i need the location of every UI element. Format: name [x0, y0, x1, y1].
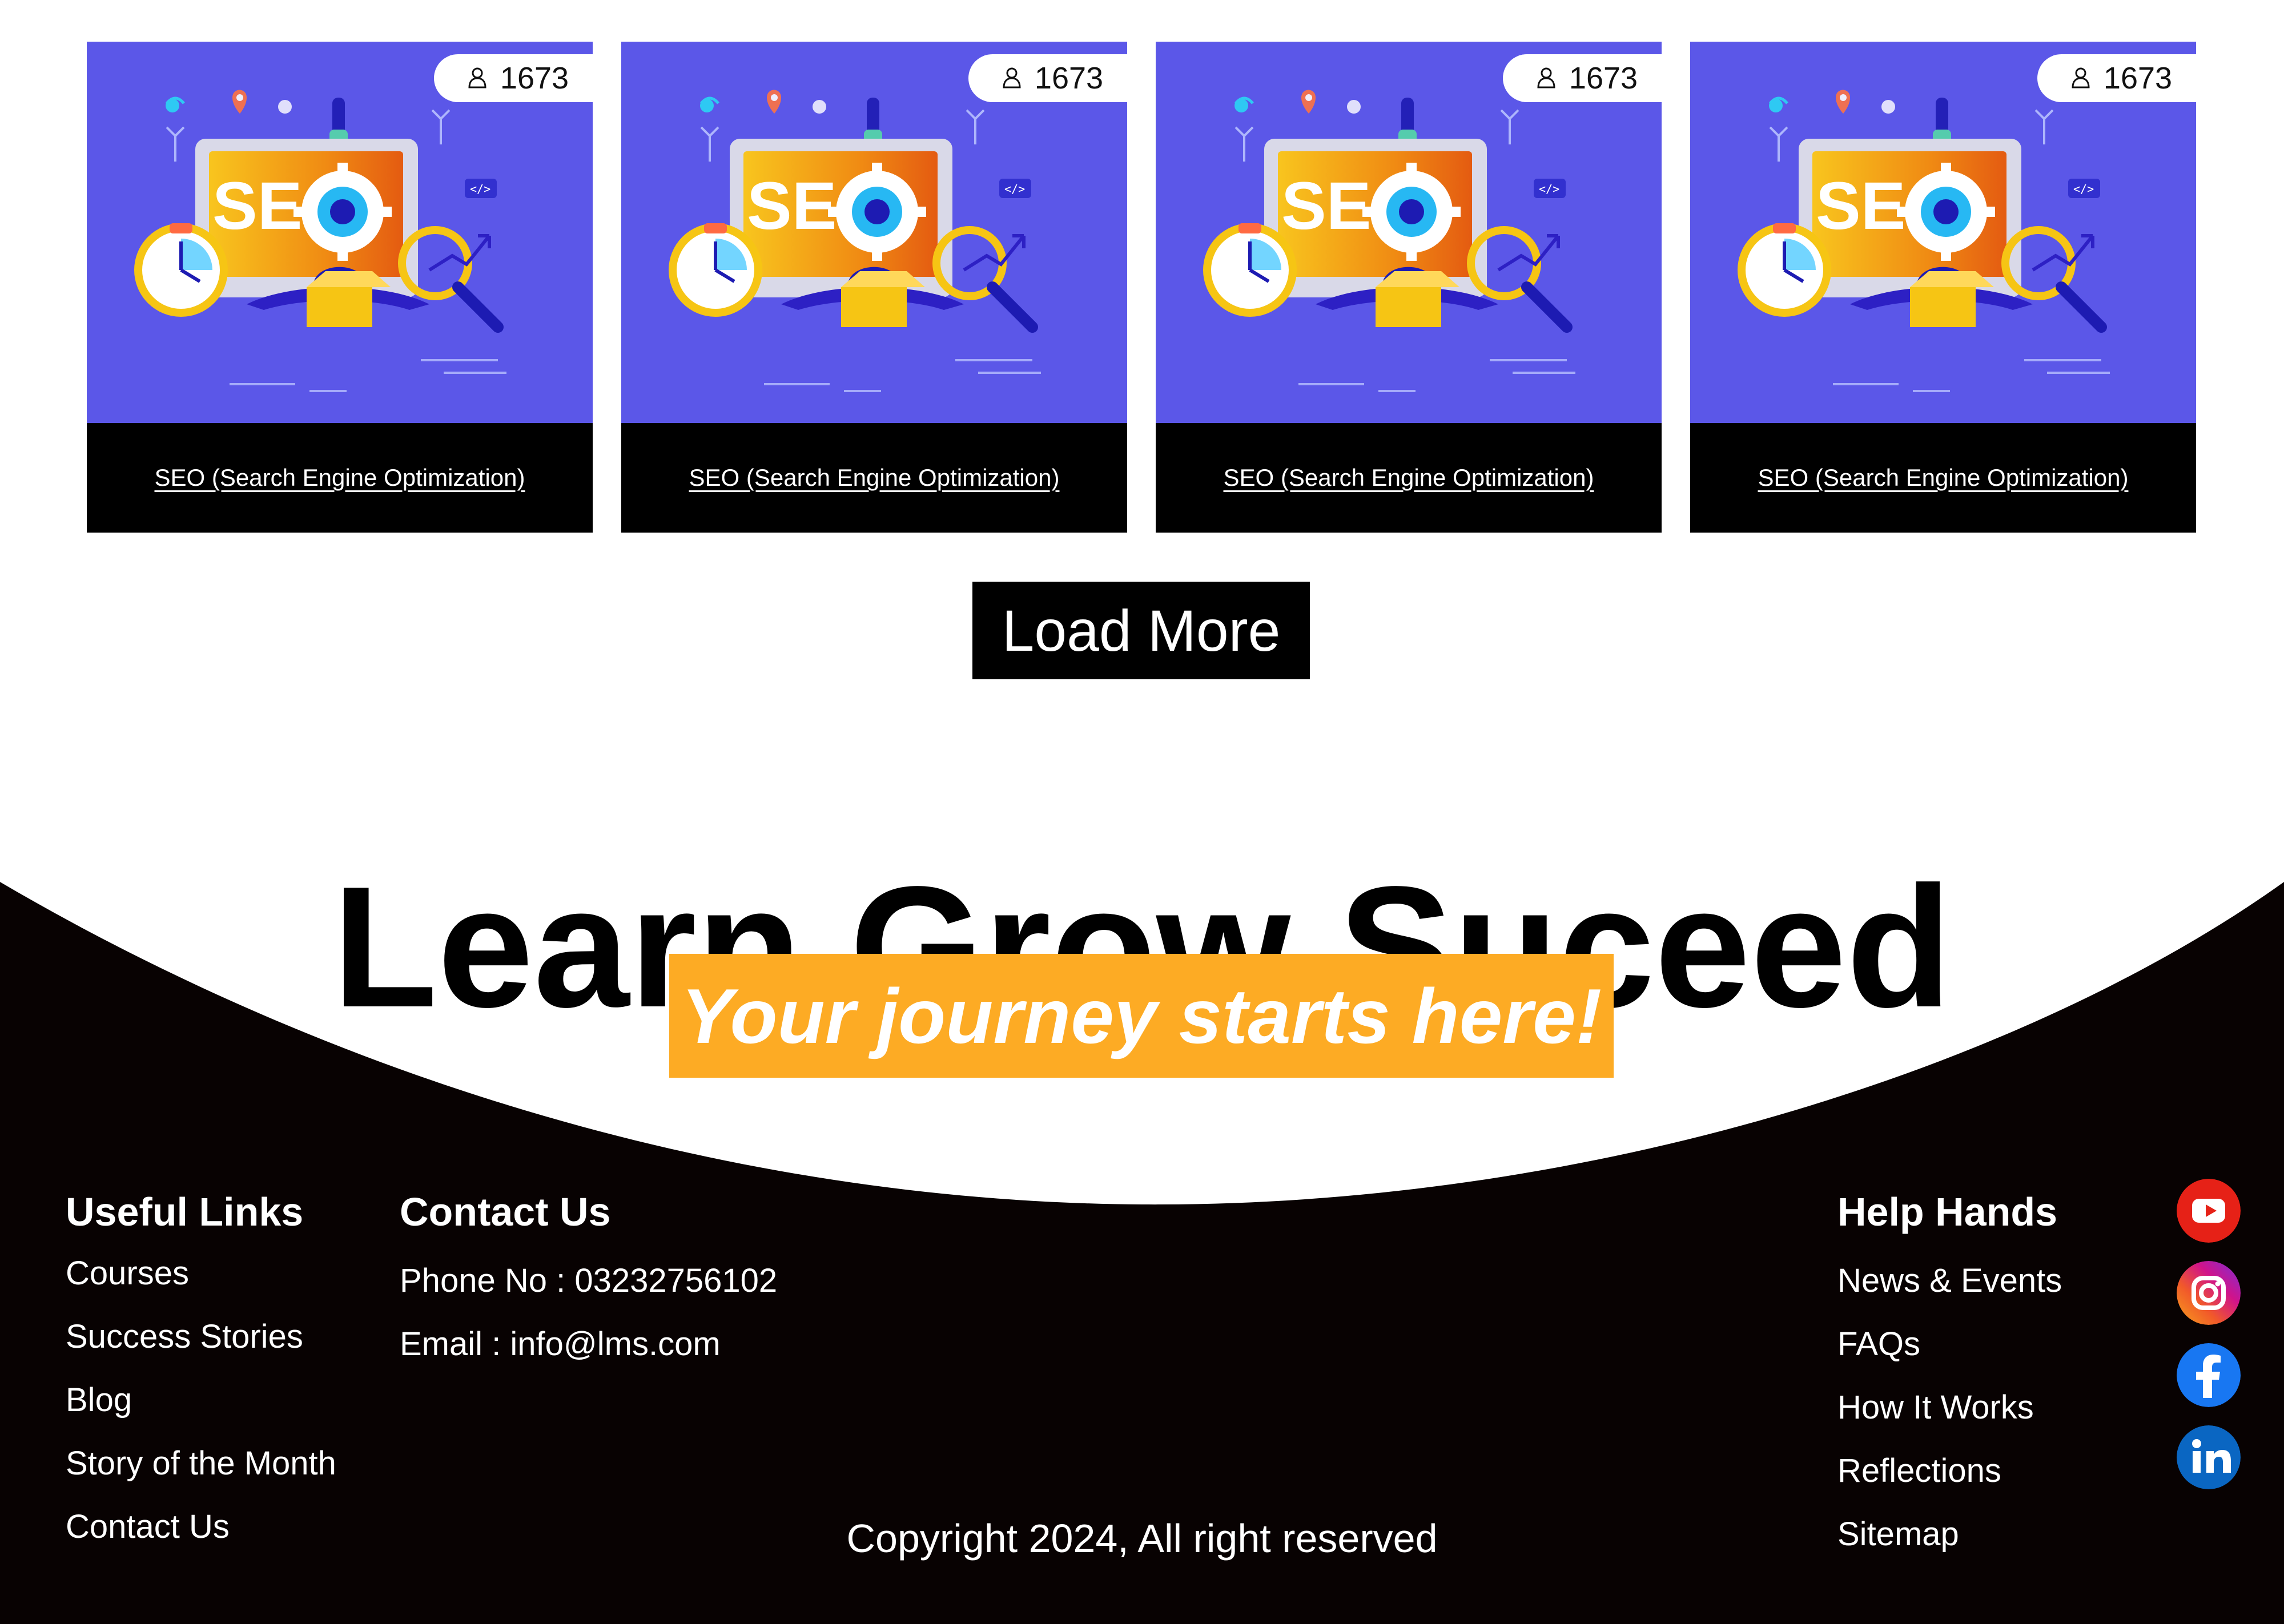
svg-text:SE: SE	[747, 168, 837, 244]
user-icon	[468, 67, 486, 88]
course-card[interactable]: SE </> 1673 SEO (Search Engine Optimizat…	[1156, 42, 1662, 533]
footer-link-news-events[interactable]: News & Events	[1837, 1264, 2062, 1297]
youtube-link[interactable]	[2177, 1179, 2241, 1243]
svg-text:</>: </>	[1539, 182, 1559, 196]
page: SE </> 1673 SEO (Search Engine Optimizat…	[0, 0, 2284, 1624]
learners-badge: 1673	[2037, 54, 2196, 102]
footer-link-how-it-works[interactable]: How It Works	[1837, 1391, 2062, 1424]
learners-badge: 1673	[1503, 54, 1662, 102]
svg-text:SE: SE	[1281, 168, 1371, 244]
svg-text:SE: SE	[212, 168, 302, 244]
footer-link-story-of-the-month[interactable]: Story of the Month	[66, 1447, 336, 1480]
course-title-link[interactable]: SEO (Search Engine Optimization)	[87, 423, 593, 533]
footer-contact-us: Contact Us Phone No : 03232756102 Email …	[400, 1192, 777, 1391]
course-image[interactable]: SE </> 1673	[1156, 42, 1662, 423]
social-links	[2177, 1179, 2241, 1489]
course-title-link[interactable]: SEO (Search Engine Optimization)	[1156, 423, 1662, 533]
footer-link-courses[interactable]: Courses	[66, 1257, 336, 1290]
instagram-link[interactable]	[2177, 1261, 2241, 1325]
learners-badge: 1673	[434, 54, 593, 102]
tagline-text: Your journey starts here!	[681, 972, 1602, 1059]
user-icon	[2072, 67, 2090, 88]
instagram-icon	[2177, 1261, 2241, 1325]
learners-count: 1673	[1569, 61, 1638, 95]
linkedin-link[interactable]	[2177, 1425, 2241, 1489]
course-image[interactable]: SE </> 1673	[621, 42, 1127, 423]
youtube-icon	[2177, 1179, 2241, 1243]
course-card[interactable]: SE </> 1673 SEO (Search Engine Optimizat…	[87, 42, 593, 533]
footer-link-sitemap[interactable]: Sitemap	[1837, 1518, 2062, 1551]
course-title-link[interactable]: SEO (Search Engine Optimization)	[1690, 423, 2196, 533]
course-title-link[interactable]: SEO (Search Engine Optimization)	[621, 423, 1127, 533]
tagline-banner: Your journey starts here!	[669, 954, 1614, 1078]
load-more-button[interactable]: Load More	[972, 582, 1310, 679]
course-card[interactable]: SE </> 1673 SEO (Search Engine Optimizat…	[1690, 42, 2196, 533]
footer-heading-help-hands: Help Hands	[1837, 1190, 2058, 1234]
footer-heading-contact-us: Contact Us	[400, 1190, 611, 1234]
footer-link-reflections[interactable]: Reflections	[1837, 1454, 2062, 1488]
footer-useful-links: Useful Links Courses Success Stories Blo…	[66, 1192, 336, 1574]
contact-email: Email : info@lms.com	[400, 1325, 721, 1363]
course-image[interactable]: SE </> 1673	[1690, 42, 2196, 423]
footer-link-faqs[interactable]: FAQs	[1837, 1328, 2062, 1361]
learners-badge: 1673	[968, 54, 1127, 102]
user-icon	[1537, 67, 1555, 88]
learners-count: 1673	[2103, 61, 2173, 95]
user-icon	[1003, 67, 1021, 88]
footer-link-success-stories[interactable]: Success Stories	[66, 1320, 336, 1353]
svg-text:</>: </>	[2073, 182, 2094, 196]
learners-count: 1673	[1034, 61, 1104, 95]
footer-heading-useful-links: Useful Links	[66, 1190, 304, 1234]
linkedin-icon	[2177, 1425, 2241, 1489]
facebook-link[interactable]	[2177, 1343, 2241, 1407]
svg-text:</>: </>	[1004, 182, 1025, 196]
footer-link-blog[interactable]: Blog	[66, 1384, 336, 1417]
svg-text:</>: </>	[470, 182, 490, 196]
course-image[interactable]: SE </> 1673	[87, 42, 593, 423]
contact-phone: Phone No : 03232756102	[400, 1262, 778, 1299]
facebook-icon	[2177, 1343, 2241, 1407]
footer-help-hands: Help Hands News & Events FAQs How It Wor…	[1837, 1192, 2062, 1581]
copyright-text: Copyright 2024, All right reserved	[846, 1516, 1438, 1561]
course-card-row: SE </> 1673 SEO (Search Engine Optimizat…	[87, 42, 2197, 533]
footer-link-contact-us[interactable]: Contact Us	[66, 1510, 336, 1544]
svg-text:SE: SE	[1816, 168, 1905, 244]
course-card[interactable]: SE </> 1673 SEO (Search Engine Optimizat…	[621, 42, 1127, 533]
learners-count: 1673	[500, 61, 569, 95]
